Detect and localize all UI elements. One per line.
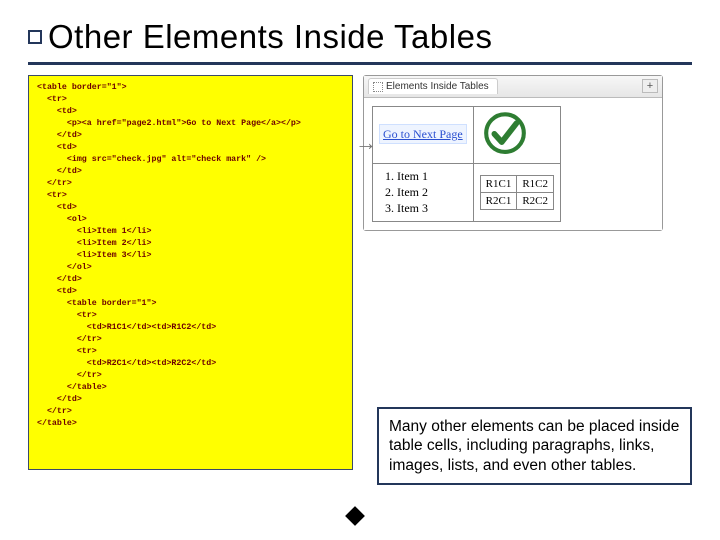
browser-viewport: Go to Next Page Item 1 [364, 98, 662, 230]
nested-table: R1C1 R1C2 R2C1 R2C2 [480, 175, 554, 210]
go-to-next-page-link[interactable]: Go to Next Page [379, 124, 467, 144]
table-cell: R2C2 [517, 192, 554, 209]
diamond-bullet-icon [345, 506, 365, 526]
title-rule [28, 62, 692, 65]
tab-title: Elements Inside Tables [386, 81, 489, 92]
favicon-icon [373, 82, 383, 92]
title-bullet [28, 30, 42, 44]
list-item: Item 3 [397, 201, 467, 216]
new-tab-button[interactable]: + [642, 79, 658, 93]
code-listing: <table border="1"> <tr> <td> <p><a href=… [28, 75, 353, 470]
list-item: Item 2 [397, 185, 467, 200]
list-item: Item 1 [397, 169, 467, 184]
table-cell: R2C1 [480, 192, 517, 209]
browser-tab[interactable]: Elements Inside Tables [368, 78, 498, 94]
table-cell: R1C1 [480, 175, 517, 192]
slide-title: Other Elements Inside Tables [48, 18, 492, 56]
table-cell: R1C2 [517, 175, 554, 192]
browser-window: Elements Inside Tables + Go to Next Page [363, 75, 663, 231]
rendered-table: Go to Next Page Item 1 [372, 106, 561, 222]
caption-box: Many other elements can be placed inside… [377, 407, 692, 485]
rendered-list: Item 1 Item 2 Item 3 [379, 169, 467, 216]
browser-tabbar: Elements Inside Tables + [364, 76, 662, 98]
checkmark-icon [480, 111, 530, 156]
arrow-icon: → [355, 130, 377, 156]
